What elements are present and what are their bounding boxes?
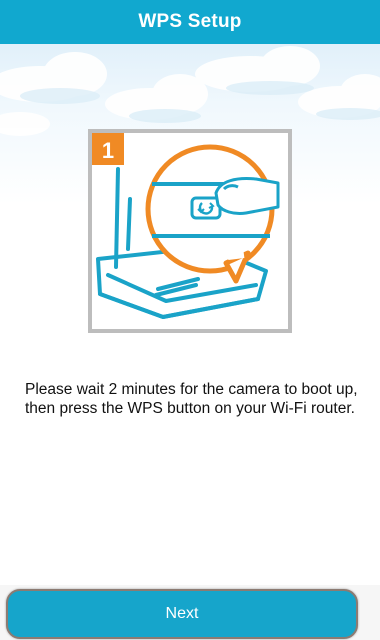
svg-text:1: 1 [102, 138, 114, 163]
step-number-badge: 1 [92, 133, 124, 165]
next-button-label: Next [165, 605, 199, 622]
app-header: WPS Setup [0, 0, 380, 44]
footer-bar: Next [0, 585, 380, 640]
wps-button-icon [190, 196, 222, 220]
finger-icon [214, 177, 280, 215]
wps-step-illustration: 1 [88, 129, 292, 333]
page-title: WPS Setup [138, 11, 242, 32]
instruction-text: Please wait 2 minutes for the camera to … [25, 381, 358, 417]
next-button[interactable]: Next [6, 589, 358, 639]
